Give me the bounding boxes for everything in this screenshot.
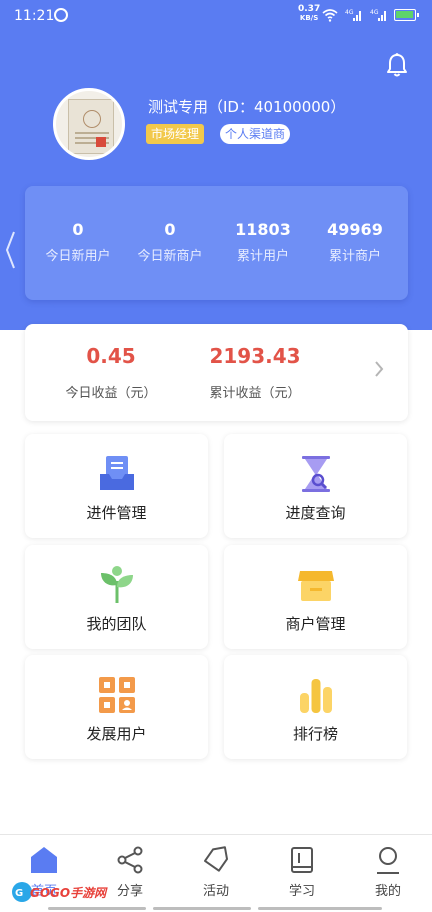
svg-text:4G: 4G [345, 9, 354, 16]
avatar[interactable] [53, 88, 125, 160]
tile-my-team[interactable]: 我的团队 [25, 545, 208, 649]
stat-total-merchants[interactable]: 49969 累计商户 [307, 220, 403, 264]
tile-leaderboard[interactable]: 排行榜 [224, 655, 407, 759]
stat-today-new-users[interactable]: 0 今日新用户 [30, 220, 126, 264]
network-speed: 0.37 KB/S [298, 4, 321, 23]
watermark-text: GOGO手游网 [30, 886, 107, 900]
stats-card: 0 今日新用户 0 今日新商户 11803 累计用户 49969 累计商户 [25, 186, 408, 300]
user-icon [377, 847, 399, 874]
home-indicator [153, 907, 251, 910]
earnings-card[interactable]: 0.45 今日收益（元） 2193.43 累计收益（元） [25, 324, 408, 421]
stat-total-users[interactable]: 11803 累计用户 [215, 220, 311, 264]
battery-icon [394, 9, 419, 21]
qr-grid-icon [99, 677, 135, 713]
tile-develop-users[interactable]: 发展用户 [25, 655, 208, 759]
home-icon [31, 847, 57, 873]
tab-mine[interactable]: 我的 [345, 835, 431, 912]
wifi-icon [322, 9, 338, 22]
signal-icon: 4G [370, 9, 386, 21]
bell-icon[interactable] [385, 52, 409, 78]
tile-merchant-management[interactable]: 商户管理 [224, 545, 407, 649]
alarm-icon [54, 8, 68, 22]
profile-name: 测试专用（ID：40100000） [148, 98, 346, 116]
store-icon [298, 571, 334, 601]
status-bar: 11:21 0.37 KB/S 4G 4G [0, 0, 432, 34]
signal-icon: 4G [345, 9, 361, 21]
status-time: 11:21 [14, 8, 55, 24]
role-badge: 市场经理 [146, 124, 205, 144]
channel-badge: 个人渠道商 [220, 124, 291, 144]
share-icon [117, 846, 143, 874]
tile-progress-query[interactable]: 进度查询 [224, 434, 407, 538]
home-indicator [48, 907, 146, 910]
tab-learn[interactable]: 学习 [259, 835, 345, 912]
earning-today: 0.45 今日收益（元） [65, 344, 157, 401]
inbox-doc-icon [100, 456, 134, 490]
svg-text:G: G [15, 888, 23, 899]
stat-today-new-merchants[interactable]: 0 今日新商户 [122, 220, 218, 264]
earning-total: 2193.43 累计收益（元） [209, 344, 301, 401]
hourglass-search-icon [302, 456, 330, 492]
tile-application-management[interactable]: 进件管理 [25, 434, 208, 538]
tab-activity[interactable]: 活动 [173, 835, 259, 912]
book-icon [291, 847, 313, 873]
chevron-right-icon[interactable] [373, 359, 385, 379]
home-indicator [258, 907, 382, 910]
svg-text:4G: 4G [370, 9, 379, 16]
tag-icon [203, 846, 229, 872]
chevron-left-icon[interactable] [4, 230, 16, 270]
bar-ranking-icon [300, 679, 332, 713]
sprout-icon [101, 566, 133, 603]
